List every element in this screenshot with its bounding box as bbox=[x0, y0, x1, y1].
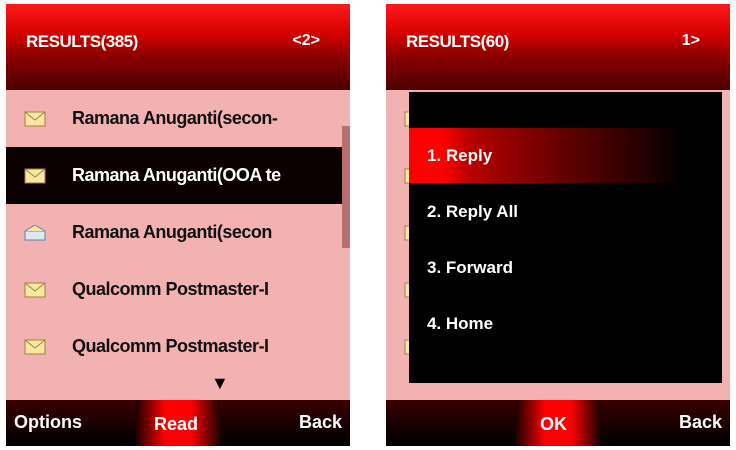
envelope-open-icon bbox=[24, 224, 46, 240]
list-item[interactable]: Qualcomm Postmaster-I bbox=[6, 318, 350, 375]
list-item-label: Qualcomm Postmaster-I bbox=[72, 336, 269, 356]
list-item-selected[interactable]: Ramana Anuganti(OOA te bbox=[6, 147, 350, 204]
header-bar: RESULTS(60) 1> bbox=[386, 4, 730, 90]
ok-softkey[interactable]: OK bbox=[540, 414, 567, 435]
results-screen-left: RESULTS(385) <2> Ramana Anuganti(secon- … bbox=[6, 4, 350, 446]
list-item-label: Ramana Anuganti(secon bbox=[72, 222, 272, 242]
list-item-label: Ramana Anuganti(secon- bbox=[72, 108, 278, 128]
menu-item-label: 2. Reply All bbox=[427, 202, 519, 221]
envelope-closed-icon bbox=[24, 282, 46, 297]
read-softkey[interactable]: Read bbox=[154, 414, 198, 435]
list-item[interactable]: Ramana Anuganti(secon- bbox=[6, 90, 350, 147]
header-bar: RESULTS(385) <2> bbox=[6, 4, 350, 90]
softkey-bar: OK Back bbox=[386, 400, 730, 446]
menu-item-home[interactable]: 4. Home bbox=[409, 296, 722, 351]
back-softkey[interactable]: Back bbox=[299, 412, 342, 433]
scrollbar[interactable] bbox=[342, 126, 350, 248]
options-popup-menu: 1. Reply 2. Reply All 3. Forward 4. Home bbox=[409, 92, 722, 383]
menu-item-label: 1. Reply bbox=[427, 146, 493, 165]
page-indicator[interactable]: <2> bbox=[292, 32, 320, 50]
list-item-label: Ramana Anuganti(OOA te bbox=[72, 165, 281, 185]
menu-item-label: 3. Forward bbox=[427, 258, 513, 277]
envelope-closed-icon bbox=[24, 339, 46, 354]
menu-item-forward[interactable]: 3. Forward bbox=[409, 240, 722, 295]
options-softkey[interactable]: Options bbox=[14, 412, 82, 433]
envelope-closed-icon bbox=[24, 168, 46, 183]
list-item[interactable]: Qualcomm Postmaster-I bbox=[6, 261, 350, 318]
more-below-indicator: ▼ bbox=[211, 373, 229, 393]
list-item-label: Qualcomm Postmaster-I bbox=[72, 279, 269, 299]
menu-item-label: 4. Home bbox=[427, 314, 494, 333]
results-title: RESULTS(385) bbox=[26, 32, 138, 51]
list-item[interactable]: Ramana Anuganti(secon bbox=[6, 204, 350, 261]
menu-item-reply-all[interactable]: 2. Reply All bbox=[409, 184, 722, 239]
results-screen-right: RESULTS(60) 1> 1. Reply 2. Reply All 3. … bbox=[386, 4, 730, 446]
menu-item-reply[interactable]: 1. Reply bbox=[409, 128, 684, 183]
softkey-bar: Options Read Back bbox=[6, 400, 350, 446]
envelope-closed-icon bbox=[24, 111, 46, 126]
page-indicator[interactable]: 1> bbox=[682, 32, 700, 50]
back-softkey[interactable]: Back bbox=[679, 412, 722, 433]
message-list: Ramana Anuganti(secon- Ramana Anuganti(O… bbox=[6, 90, 350, 400]
results-title: RESULTS(60) bbox=[406, 32, 509, 51]
